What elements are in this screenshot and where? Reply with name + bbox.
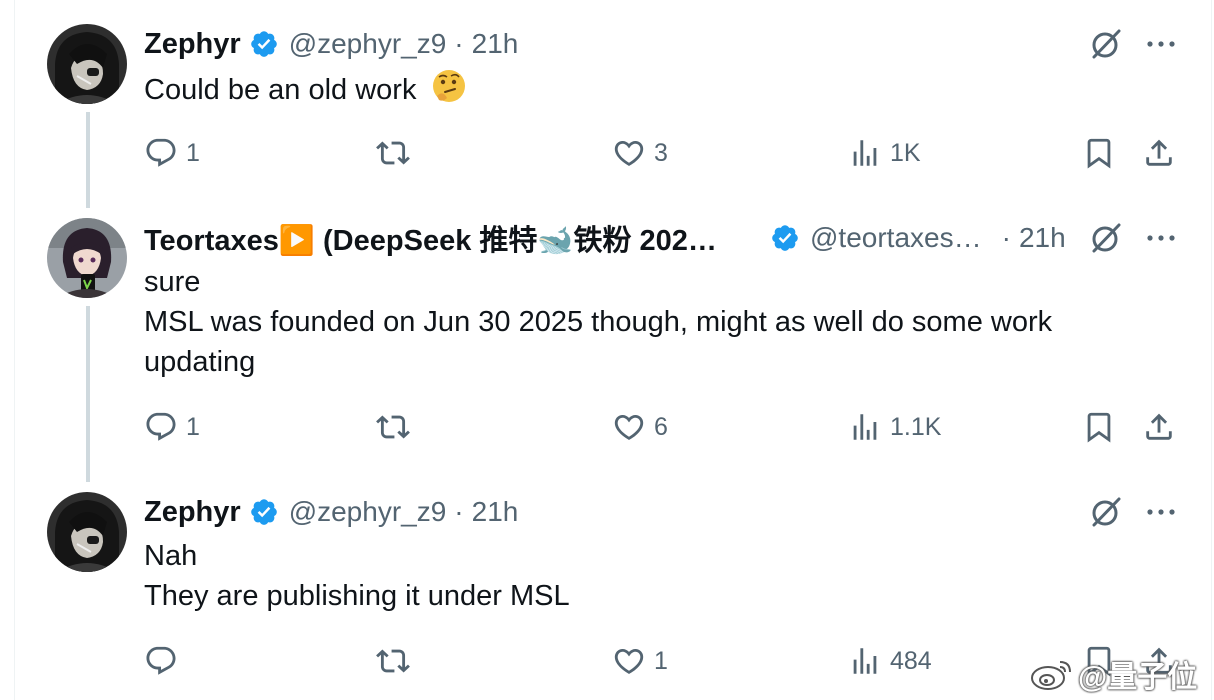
repost-icon: [376, 141, 410, 165]
watermark: @量子位: [1030, 652, 1197, 696]
views-icon: [853, 648, 877, 674]
separator: ·: [454, 496, 464, 527]
thinking-face-icon: [432, 70, 465, 102]
timestamp[interactable]: 21h: [1019, 222, 1066, 254]
grok-icon[interactable]: [1088, 494, 1124, 530]
repost-button[interactable]: [376, 133, 418, 173]
like-icon: [614, 414, 644, 440]
tweet-text-line: Could be an old work: [144, 74, 417, 107]
share-button[interactable]: [1142, 133, 1176, 173]
share-button[interactable]: [1142, 407, 1176, 447]
avatar[interactable]: [47, 492, 127, 572]
reply-button[interactable]: 1: [144, 133, 200, 173]
tweet-actions: 1 484: [144, 641, 1184, 681]
verified-badge-icon: [249, 29, 279, 59]
tweet-text: sure MSL was founded on Jun 30 2025 thou…: [144, 262, 1144, 382]
tweet-actions: 1 3 1K: [144, 133, 1184, 173]
reply-icon: [146, 138, 176, 167]
tweet[interactable]: Teortaxes▶️ (DeepSeek 推特🐋铁粉 202… @teorta…: [0, 195, 1214, 475]
tweet-text-line: updating: [144, 346, 256, 378]
tweet-header: Teortaxes▶️ (DeepSeek 推特🐋铁粉 202… @teorta…: [144, 218, 1066, 258]
reply-button[interactable]: 1: [144, 407, 200, 447]
reply-icon: [146, 646, 176, 675]
verified-badge-icon: [249, 497, 279, 527]
more-icon[interactable]: [1143, 26, 1179, 62]
view-count: 484: [890, 646, 932, 675]
views-button[interactable]: 1.1K: [848, 407, 941, 447]
grok-icon[interactable]: [1088, 220, 1124, 256]
like-count: 3: [654, 138, 668, 167]
reply-count: 1: [186, 138, 200, 167]
bookmark-icon: [1087, 138, 1111, 169]
repost-button[interactable]: [376, 407, 418, 447]
separator: ·: [1001, 222, 1011, 253]
like-icon: [614, 648, 644, 674]
tweet-text: Nah They are publishing it under MSL: [144, 536, 1144, 616]
share-icon: [1146, 413, 1172, 440]
tweet-text-line: MSL was founded on Jun 30 2025 though, m…: [144, 306, 1053, 338]
handle[interactable]: @zephyr_z9: [289, 496, 447, 528]
more-icon[interactable]: [1143, 494, 1179, 530]
separator: ·: [454, 28, 464, 59]
handle[interactable]: @zephyr_z9: [289, 28, 447, 60]
bookmark-button[interactable]: [1082, 407, 1116, 447]
reply-count: 1: [186, 412, 200, 441]
timestamp[interactable]: 21h: [472, 28, 519, 60]
like-button[interactable]: 6: [612, 407, 668, 447]
view-count: 1K: [890, 138, 921, 167]
tweet-text-line: Nah: [144, 540, 198, 572]
repost-icon: [376, 415, 410, 439]
like-count: 1: [654, 646, 668, 675]
bookmark-icon: [1087, 412, 1111, 443]
views-icon: [853, 414, 877, 440]
like-count: 6: [654, 412, 668, 441]
tweet-actions: 1 6 1.1K: [144, 407, 1184, 447]
avatar[interactable]: [47, 24, 127, 104]
tweet-header: Zephyr @zephyr_z9 · 21h: [144, 24, 518, 64]
avatar[interactable]: [47, 218, 127, 298]
tweet-text: Could be an old work: [144, 68, 1144, 115]
reply-button[interactable]: [144, 641, 186, 681]
verified-badge-icon: [770, 223, 800, 253]
display-name[interactable]: Zephyr: [144, 28, 241, 61]
weibo-icon: [1031, 661, 1071, 690]
reply-icon: [146, 412, 176, 441]
tweet[interactable]: Zephyr @zephyr_z9 · 21h Could be an old …: [0, 0, 1214, 195]
more-icon[interactable]: [1143, 220, 1179, 256]
repost-icon: [376, 649, 410, 673]
like-icon: [614, 140, 644, 166]
tweet-header: Zephyr @zephyr_z9 · 21h: [144, 492, 518, 532]
like-button[interactable]: 1: [612, 641, 668, 681]
grok-icon[interactable]: [1088, 26, 1124, 62]
tweet-text-line: They are publishing it under MSL: [144, 580, 570, 612]
watermark-text: @量子位: [1078, 661, 1198, 694]
like-button[interactable]: 3: [612, 133, 668, 173]
thinking-emoji: [431, 68, 467, 115]
timestamp[interactable]: 21h: [472, 496, 519, 528]
view-count: 1.1K: [890, 412, 942, 441]
display-name[interactable]: Teortaxes▶️ (DeepSeek 推特🐋铁粉 202…: [144, 217, 756, 259]
views-button[interactable]: 1K: [848, 133, 921, 173]
views-icon: [853, 140, 877, 166]
tweet-text-line: sure: [144, 266, 201, 298]
views-button[interactable]: 484: [848, 641, 932, 681]
handle[interactable]: @teortaxes…: [810, 222, 982, 254]
bookmark-button[interactable]: [1082, 133, 1116, 173]
display-name[interactable]: Zephyr: [144, 496, 241, 529]
repost-button[interactable]: [376, 641, 418, 681]
share-icon: [1146, 139, 1172, 166]
